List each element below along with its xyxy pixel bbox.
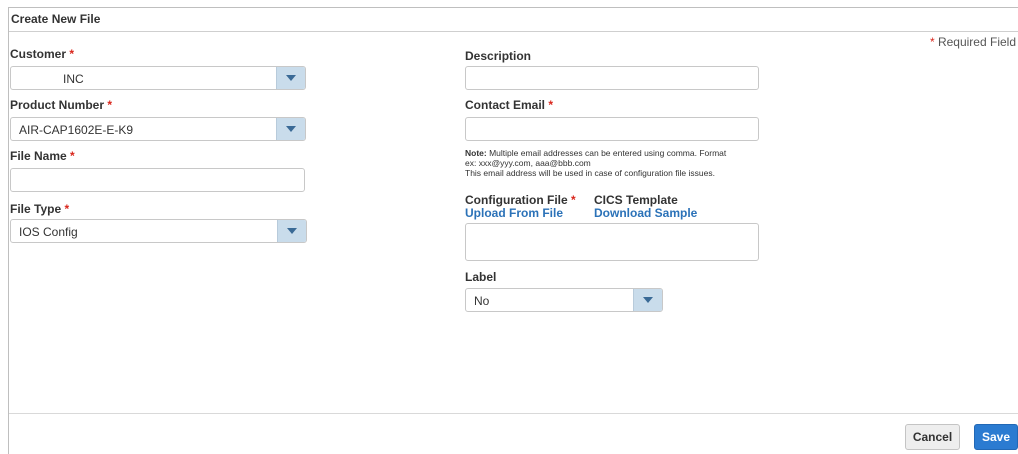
- page-title: Create New File: [11, 12, 101, 26]
- label-value: No: [474, 294, 490, 308]
- product-number-select[interactable]: AIR-CAP1602E-E-K9: [10, 117, 306, 141]
- file-type-value: IOS Config: [19, 225, 78, 239]
- configuration-file-label-text: Configuration File: [465, 193, 568, 207]
- email-note-line1: Note: Multiple email addresses can be en…: [465, 148, 726, 158]
- product-number-label: Product Number *: [10, 98, 112, 112]
- required-star: *: [69, 47, 75, 61]
- file-type-dropdown-button[interactable]: [277, 220, 306, 242]
- label-select[interactable]: No: [465, 288, 663, 312]
- description-input[interactable]: [465, 66, 759, 90]
- cancel-button[interactable]: Cancel: [905, 424, 960, 450]
- file-type-select[interactable]: IOS Config: [10, 219, 307, 243]
- required-star: *: [70, 149, 75, 163]
- note-prefix: Note:: [465, 148, 487, 158]
- required-star: *: [64, 202, 70, 216]
- chevron-down-icon: [643, 297, 653, 303]
- email-note: Note: Multiple email addresses can be en…: [465, 148, 726, 178]
- contact-email-label: Contact Email *: [465, 98, 553, 112]
- upload-from-file-link[interactable]: Upload From File: [465, 206, 563, 220]
- note-text: Multiple email addresses can be entered …: [486, 148, 727, 158]
- configuration-file-label: Configuration File *: [465, 193, 576, 207]
- contact-email-label-text: Contact Email: [465, 98, 546, 112]
- file-type-label: File Type *: [10, 202, 69, 216]
- download-sample-link[interactable]: Download Sample: [594, 206, 697, 220]
- label-field-label: Label: [465, 270, 497, 284]
- cics-template-label: CICS Template: [594, 193, 678, 207]
- customer-label-text: Customer: [10, 47, 67, 61]
- file-type-label-text: File Type: [10, 202, 62, 216]
- file-name-label-text: File Name: [10, 149, 67, 163]
- file-name-input[interactable]: [10, 168, 305, 192]
- product-number-dropdown-button[interactable]: [276, 118, 305, 140]
- label-dropdown-button[interactable]: [633, 289, 662, 311]
- required-star: *: [107, 98, 113, 112]
- chevron-down-icon: [287, 228, 297, 234]
- customer-value: INC: [63, 72, 84, 86]
- email-note-line3: This email address will be used in case …: [465, 168, 715, 178]
- required-star: *: [929, 35, 935, 49]
- customer-dropdown-button[interactable]: [276, 67, 305, 89]
- save-button[interactable]: Save: [974, 424, 1018, 450]
- panel-header: Create New File: [9, 8, 1018, 32]
- customer-select[interactable]: INC: [10, 66, 306, 90]
- email-note-line2: ex: xxx@yyy.com, aaa@bbb.com: [465, 158, 591, 168]
- description-label: Description: [465, 49, 532, 63]
- contact-email-input[interactable]: [465, 117, 759, 141]
- footer-divider: [9, 413, 1018, 414]
- required-star: *: [548, 98, 554, 112]
- product-number-label-text: Product Number: [10, 98, 105, 112]
- required-star: *: [571, 193, 576, 207]
- product-number-value: AIR-CAP1602E-E-K9: [19, 123, 134, 137]
- customer-label: Customer *: [10, 47, 74, 61]
- file-name-label: File Name *: [10, 149, 75, 163]
- chevron-down-icon: [286, 75, 296, 81]
- chevron-down-icon: [286, 126, 296, 132]
- required-field-note: * Required Field: [930, 35, 1016, 49]
- required-field-text: Required Field: [937, 35, 1016, 49]
- configuration-file-input[interactable]: [465, 223, 759, 261]
